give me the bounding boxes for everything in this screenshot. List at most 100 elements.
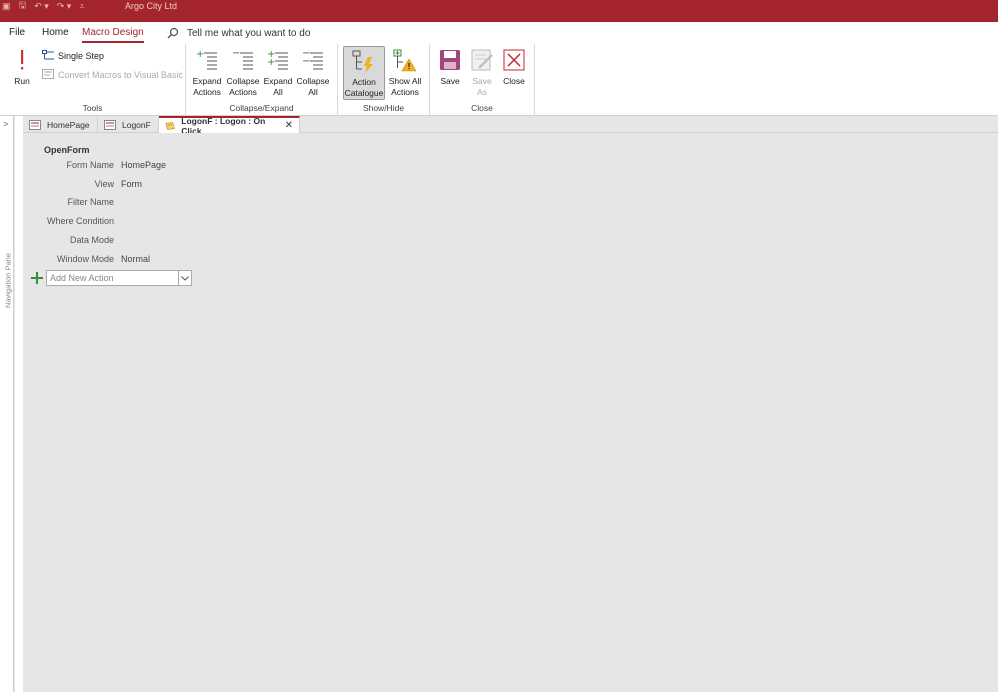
- collapse-actions-label-2: Actions: [229, 87, 257, 97]
- close-icon: [502, 48, 526, 72]
- save-as-button[interactable]: Save As: [468, 48, 496, 98]
- macro-design-surface[interactable]: OpenForm Form Name HomePage View Form Fi…: [23, 133, 998, 692]
- argument-label: Form Name: [66, 160, 114, 170]
- save-as-label-1: Save: [472, 76, 492, 86]
- run-icon: [10, 48, 34, 72]
- argument-value[interactable]: HomePage: [121, 160, 166, 170]
- expand-actions-label-2: Actions: [193, 87, 221, 97]
- save-quick-icon[interactable]: 🖫: [19, 0, 27, 14]
- show-all-actions-icon: [393, 48, 417, 72]
- form-icon: [104, 119, 116, 130]
- argument-value[interactable]: Form: [121, 179, 142, 189]
- collapse-actions-icon: −: [231, 48, 255, 72]
- argument-label: Filter Name: [67, 197, 114, 207]
- show-hide-group: Action Catalogue Show All Actions Show/H…: [338, 44, 430, 116]
- action-catalogue-label-2: Catalogue: [344, 88, 384, 98]
- argument-label: Where Condition: [46, 216, 114, 226]
- convert-macros-button[interactable]: Convert Macros to Visual Basic: [42, 69, 183, 80]
- argument-value[interactable]: Normal: [121, 254, 150, 264]
- expand-all-label-1: Expand: [263, 76, 293, 86]
- chevron-right-icon[interactable]: >: [3, 119, 8, 129]
- save-as-label-2: As: [477, 87, 487, 97]
- tab-file[interactable]: File: [9, 27, 25, 43]
- collapse-actions-button[interactable]: − Collapse Actions: [226, 48, 260, 98]
- collapse-all-label-1: Collapse: [296, 76, 330, 86]
- argument-label: Data Mode: [69, 235, 114, 245]
- title-bar: ▣ 🖫 ↶ ▾ ↷ ▾ ⩡ Argo City Ltd: [0, 0, 998, 22]
- chevron-down-icon[interactable]: [178, 271, 191, 285]
- form-icon: [29, 119, 41, 130]
- show-all-actions-label-1: Show All: [388, 76, 422, 86]
- argument-row-data-mode: Data Mode: [23, 235, 114, 249]
- tools-group: Run Single Step Convert Macros to Visual…: [0, 44, 186, 116]
- single-step-icon: [42, 50, 54, 60]
- argument-row-filter-name: Filter Name: [23, 197, 114, 211]
- tell-me-box[interactable]: Tell me what you want to do: [167, 27, 310, 39]
- macro-icon: [165, 121, 175, 130]
- argument-row-where-condition: Where Condition: [23, 216, 114, 230]
- save-button[interactable]: Save: [436, 48, 464, 87]
- search-icon: [167, 27, 179, 39]
- argument-row-window-mode: Window Mode Normal: [23, 254, 150, 268]
- collapse-all-icon: − −: [301, 48, 325, 72]
- argument-label: View: [94, 179, 114, 189]
- redo-icon[interactable]: ↷ ▾: [57, 1, 72, 12]
- close-group: Save Save As Close Close: [430, 44, 535, 116]
- run-label: Run: [14, 76, 30, 86]
- tab-home[interactable]: Home: [42, 27, 69, 43]
- tab-homepage[interactable]: HomePage: [23, 116, 98, 133]
- argument-row-view: View Form: [23, 179, 142, 193]
- action-catalogue-button[interactable]: Action Catalogue: [343, 46, 385, 100]
- navigation-pane-label: Navigation Pane: [3, 252, 13, 309]
- save-label: Save: [440, 76, 460, 86]
- action-catalogue-icon: [352, 49, 376, 73]
- navigation-pane[interactable]: > Navigation Pane: [0, 116, 14, 692]
- run-button[interactable]: Run: [8, 48, 36, 87]
- expand-all-button[interactable]: + + Expand All: [263, 48, 293, 98]
- tell-me-text: Tell me what you want to do: [187, 27, 311, 39]
- tab-homepage-label: HomePage: [47, 119, 90, 130]
- close-tab-icon[interactable]: ✕: [285, 120, 293, 131]
- plus-icon: [31, 272, 43, 284]
- access-app-icon: ▣: [2, 0, 11, 11]
- collapse-actions-label-1: Collapse: [226, 76, 260, 86]
- collapse-expand-group-label: Collapse/Expand: [229, 103, 294, 113]
- single-step-label: Single Step: [58, 50, 105, 61]
- undo-icon[interactable]: ↶ ▾: [34, 1, 49, 12]
- convert-macros-label: Convert Macros to Visual Basic: [58, 69, 183, 80]
- left-strip: [15, 116, 23, 692]
- add-new-action-row: Add New Action: [31, 270, 192, 286]
- collapse-all-button[interactable]: − − Collapse All: [296, 48, 330, 98]
- expand-actions-icon: +: [195, 48, 219, 72]
- save-icon: [438, 48, 462, 72]
- svg-text:+: +: [196, 49, 204, 60]
- tab-logonf[interactable]: LogonF: [98, 116, 159, 133]
- expand-actions-label-1: Expand: [192, 76, 222, 86]
- tools-group-label: Tools: [82, 103, 103, 113]
- single-step-button[interactable]: Single Step: [42, 50, 104, 61]
- show-all-actions-label-2: Actions: [391, 87, 419, 97]
- window-title: Argo City Ltd: [125, 1, 178, 11]
- close-group-label: Close: [471, 103, 493, 113]
- add-new-action-combo[interactable]: Add New Action: [46, 270, 192, 286]
- menu-bar: File Home Macro Design Tell me what you …: [0, 22, 998, 44]
- argument-row-form-name: Form Name HomePage: [23, 160, 166, 174]
- show-all-actions-button[interactable]: Show All Actions: [387, 48, 423, 98]
- tab-logonf-logon-onclick[interactable]: LogonF : Logon : On Click ✕: [159, 116, 300, 136]
- convert-macros-icon: [42, 69, 54, 79]
- collapse-expand-group: + Expand Actions − Collapse Actions + + …: [186, 44, 338, 116]
- svg-text:+: +: [267, 57, 275, 68]
- tab-macro-design[interactable]: Macro Design: [82, 27, 144, 43]
- customize-qat-icon[interactable]: ⩡: [79, 1, 84, 12]
- tab-logonf-label: LogonF: [122, 119, 151, 130]
- svg-text:−: −: [232, 48, 240, 59]
- document-tabs: HomePage LogonF LogonF : Logon : On Clic…: [23, 116, 998, 136]
- macro-action-name[interactable]: OpenForm: [44, 145, 90, 155]
- expand-all-label-2: All: [273, 87, 283, 97]
- show-hide-group-label: Show/Hide: [362, 103, 405, 113]
- close-label: Close: [503, 76, 525, 86]
- close-button[interactable]: Close: [500, 48, 528, 87]
- collapse-all-label-2: All: [308, 87, 318, 97]
- argument-label: Window Mode: [56, 254, 114, 264]
- expand-actions-button[interactable]: + Expand Actions: [191, 48, 223, 98]
